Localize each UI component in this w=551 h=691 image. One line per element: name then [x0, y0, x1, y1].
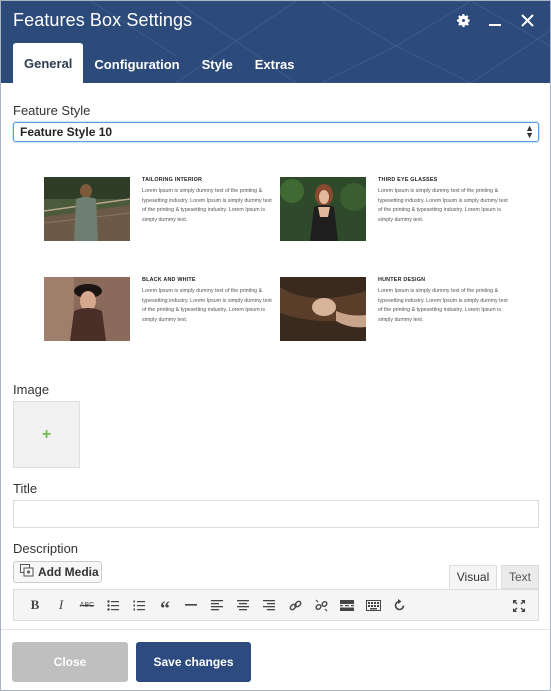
preview-photo — [280, 177, 366, 241]
unlink-icon[interactable] — [308, 592, 334, 618]
title-input[interactable] — [13, 500, 539, 528]
editor-toolbar: B I ABC “ — [13, 589, 539, 621]
feature-style-select[interactable]: Feature Style 10 ▲ ▼ — [13, 122, 539, 142]
preview-card-title: BLACK AND WHITE — [142, 277, 196, 283]
preview-card-text: Lorem Ipsum is simply dummy text of the … — [142, 288, 272, 323]
add-media-label: Add Media — [38, 565, 99, 579]
image-label: Image — [13, 382, 50, 397]
numbered-list-icon[interactable] — [126, 592, 152, 618]
bold-icon[interactable]: B — [22, 592, 48, 618]
add-media-button[interactable]: Add Media — [13, 561, 102, 583]
media-icon — [20, 564, 34, 580]
modal-title: Features Box Settings — [13, 10, 193, 30]
align-center-icon[interactable] — [230, 592, 256, 618]
preview-card-title: TAILORING INTERIOR — [142, 177, 203, 183]
preview-card-text: Lorem Ipsum is simply dummy text of the … — [142, 188, 272, 223]
preview-card: TAILORING INTERIOR Lorem Ipsum is simply… — [44, 177, 280, 247]
blockquote-icon[interactable]: “ — [152, 592, 178, 620]
read-more-icon[interactable] — [334, 592, 360, 618]
modal-header: Features Box Settings General Configurat… — [1, 1, 550, 83]
preview-photo — [280, 277, 366, 341]
strikethrough-icon[interactable]: ABC — [74, 592, 100, 618]
save-changes-button[interactable]: Save changes — [136, 642, 251, 682]
description-label: Description — [13, 541, 79, 556]
link-icon[interactable] — [282, 592, 308, 618]
tab-general[interactable]: General — [13, 43, 84, 83]
preview-card-title: HUNTER DESIGN — [378, 277, 426, 283]
style-preview: TAILORING INTERIOR Lorem Ipsum is simply… — [13, 166, 539, 356]
horizontal-rule-icon[interactable] — [178, 592, 204, 618]
tab-extras[interactable]: Extras — [244, 45, 306, 83]
feature-style-value: Feature Style 10 — [20, 125, 113, 139]
preview-card: BLACK AND WHITE Lorem Ipsum is simply du… — [44, 277, 280, 347]
undo-icon[interactable] — [386, 592, 412, 618]
gear-icon[interactable] — [454, 11, 472, 29]
preview-photo — [44, 277, 130, 341]
bullet-list-icon[interactable] — [100, 592, 126, 618]
preview-photo — [44, 177, 130, 241]
title-label: Title — [13, 481, 38, 496]
preview-card: HUNTER DESIGN Lorem Ipsum is simply dumm… — [280, 277, 516, 347]
tab-style[interactable]: Style — [191, 45, 244, 83]
tab-text[interactable]: Text — [501, 565, 539, 589]
select-arrows-icon: ▲ ▼ — [525, 123, 534, 140]
preview-card: THIRD EYE GLASSES Lorem Ipsum is simply … — [280, 177, 516, 247]
minimize-icon[interactable] — [486, 11, 504, 29]
feature-style-label: Feature Style — [13, 103, 91, 118]
close-button[interactable]: Close — [12, 642, 128, 682]
fullscreen-icon[interactable] — [506, 593, 532, 619]
italic-icon[interactable]: I — [48, 592, 74, 618]
preview-card-title: THIRD EYE GLASSES — [378, 177, 438, 183]
settings-modal: Features Box Settings General Configurat… — [0, 0, 551, 691]
preview-card-text: Lorem Ipsum is simply dummy text of the … — [378, 288, 508, 323]
toolbar-toggle-icon[interactable] — [360, 592, 386, 618]
close-icon[interactable] — [518, 11, 536, 29]
image-upload-box[interactable]: + — [13, 401, 80, 468]
tab-visual[interactable]: Visual — [449, 565, 497, 589]
preview-card-text: Lorem Ipsum is simply dummy text of the … — [378, 188, 508, 223]
align-left-icon[interactable] — [204, 592, 230, 618]
align-right-icon[interactable] — [256, 592, 282, 618]
modal-footer: Close Save changes — [1, 629, 550, 690]
tab-bar: General Configuration Style Extras — [13, 43, 305, 83]
tab-configuration[interactable]: Configuration — [83, 45, 190, 83]
plus-icon: + — [41, 425, 52, 443]
